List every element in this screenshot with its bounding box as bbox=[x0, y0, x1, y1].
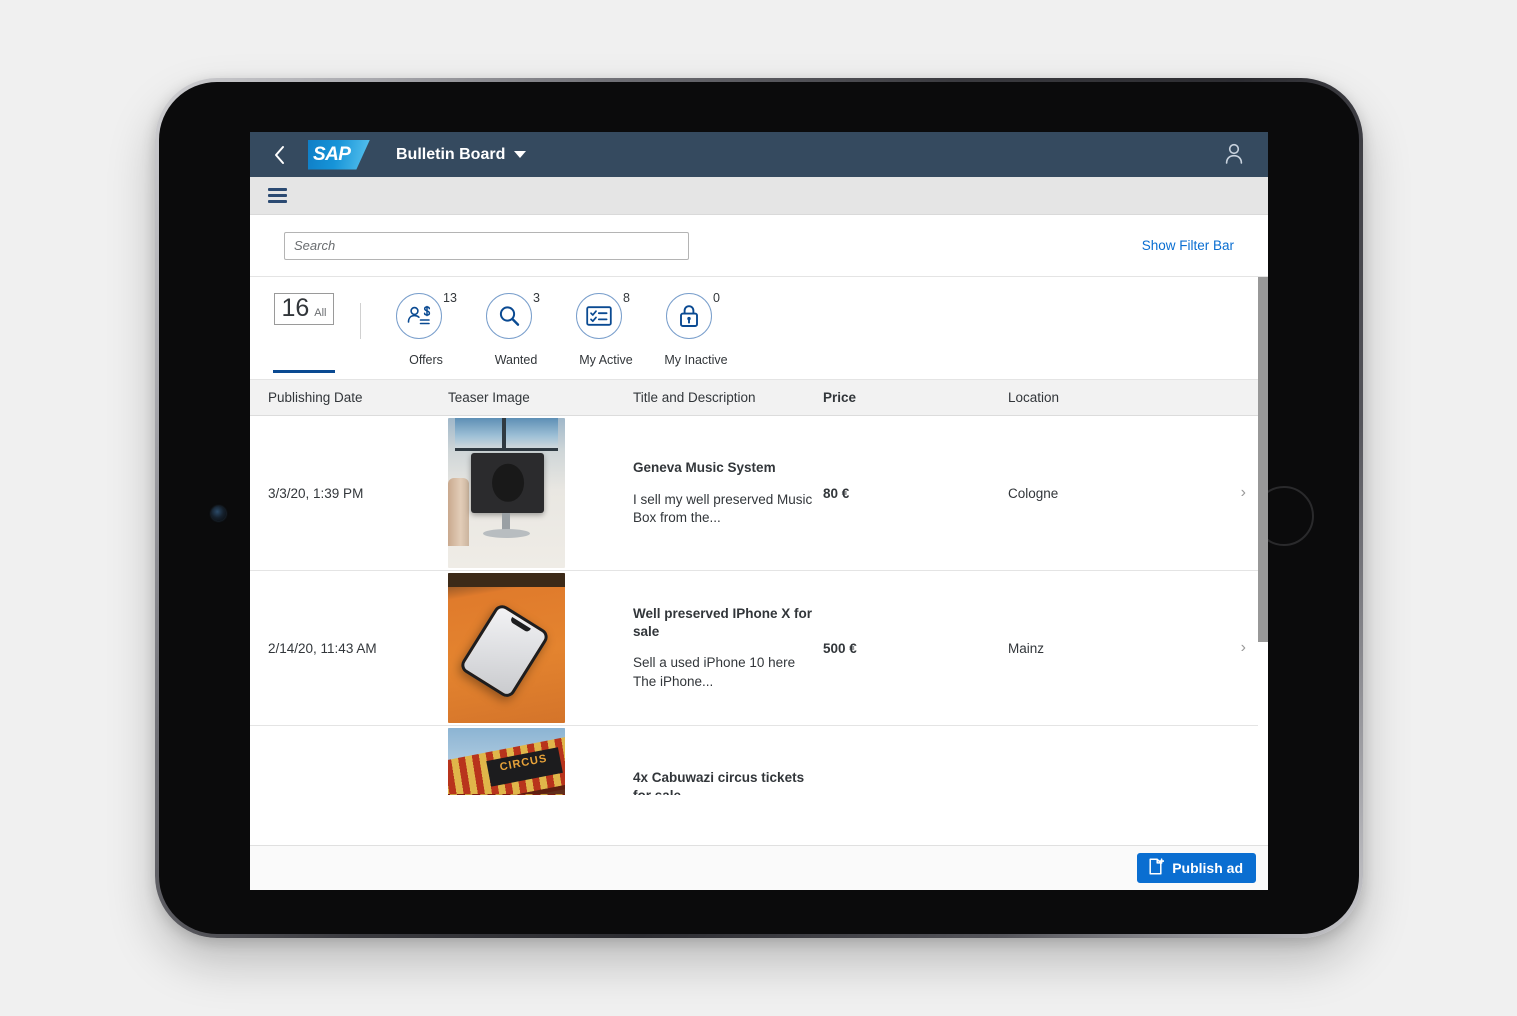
chevron-down-icon bbox=[514, 151, 527, 158]
cell-teaser-image: CIRCUS bbox=[448, 728, 633, 795]
kpi-divider bbox=[360, 303, 361, 339]
sub-header-bar bbox=[250, 177, 1268, 215]
table-row[interactable]: 2/27/19, 11:56 AM CIRCUS 4x Cabuwazi cir… bbox=[250, 726, 1268, 795]
table-row[interactable]: 2/14/20, 11:43 AM Well preserved IPhone … bbox=[250, 571, 1268, 726]
back-icon[interactable] bbox=[266, 142, 292, 168]
column-header-location[interactable]: Location bbox=[1008, 390, 1208, 405]
kpi-my-active-count: 8 bbox=[623, 291, 630, 305]
kpi-my-active-label: My Active bbox=[579, 353, 633, 367]
ad-title: Well preserved IPhone X for sale bbox=[633, 606, 813, 639]
person-icon[interactable] bbox=[1224, 142, 1244, 167]
person-dollar-icon bbox=[396, 293, 442, 339]
footer-toolbar: Publish ad bbox=[250, 845, 1268, 890]
app-title-dropdown[interactable]: Bulletin Board bbox=[396, 145, 527, 164]
search-input[interactable] bbox=[284, 231, 689, 260]
hamburger-icon[interactable] bbox=[268, 188, 287, 203]
cell-title-description: Well preserved IPhone X for sale Sell a … bbox=[633, 605, 823, 691]
magnifier-icon bbox=[486, 293, 532, 339]
publish-ad-button[interactable]: Publish ad bbox=[1137, 853, 1256, 883]
cell-teaser-image bbox=[448, 418, 633, 568]
tablet-bezel: SAP Bulletin Board Search Show Filter Ba… bbox=[159, 82, 1359, 934]
kpi-all-selected-underline bbox=[273, 370, 335, 373]
lock-icon bbox=[666, 293, 712, 339]
kpi-offers-count: 13 bbox=[443, 291, 457, 305]
kpi-tab-my-inactive[interactable]: 0 My Inactive bbox=[651, 291, 741, 367]
app-screen: SAP Bulletin Board Search Show Filter Ba… bbox=[250, 132, 1268, 890]
chevron-right-icon[interactable]: › bbox=[1241, 794, 1250, 795]
cell-publishing-date: 3/3/20, 1:39 PM bbox=[268, 485, 364, 501]
cell-price: 80 € bbox=[823, 485, 850, 501]
scrollbar-thumb[interactable] bbox=[1258, 277, 1268, 642]
cell-title-description: Geneva Music System I sell my well prese… bbox=[633, 459, 823, 527]
cell-publishing-date: 2/14/20, 11:43 AM bbox=[268, 640, 377, 656]
cell-location: Cologne bbox=[1008, 485, 1059, 501]
kpi-wanted-label: Wanted bbox=[494, 353, 538, 367]
iphone-x-photo bbox=[448, 573, 565, 723]
kpi-all-box: 16 All bbox=[274, 293, 334, 325]
chevron-right-icon[interactable]: › bbox=[1241, 639, 1250, 656]
page-title: Bulletin Board bbox=[396, 145, 506, 163]
kpi-tab-all[interactable]: 16 All bbox=[268, 293, 340, 373]
kpi-offers-label: Offers bbox=[409, 353, 443, 367]
publish-ad-label: Publish ad bbox=[1172, 860, 1243, 876]
front-camera bbox=[211, 506, 226, 521]
sap-logo-text: SAP bbox=[313, 143, 351, 165]
show-filter-bar-link[interactable]: Show Filter Bar bbox=[1142, 238, 1234, 253]
ad-title: Geneva Music System bbox=[633, 460, 776, 475]
circus-tickets-photo: CIRCUS bbox=[448, 728, 565, 795]
sap-logo[interactable]: SAP bbox=[308, 139, 370, 170]
cell-location: Mainz bbox=[1008, 640, 1045, 656]
checklist-icon bbox=[576, 293, 622, 339]
kpi-all-count: 16 bbox=[281, 294, 310, 322]
column-header-price[interactable]: Price bbox=[823, 390, 1008, 405]
ad-description: Sell a used iPhone 10 here The iPhone... bbox=[633, 655, 796, 689]
ad-description: I sell my well preserved Music Box from … bbox=[633, 491, 813, 525]
cell-teaser-image bbox=[448, 573, 633, 723]
kpi-tab-offers[interactable]: 13 Offers bbox=[381, 291, 471, 367]
kpi-tab-wanted[interactable]: 3 Wanted bbox=[471, 291, 561, 367]
ad-title: 4x Cabuwazi circus tickets for sale bbox=[633, 770, 805, 795]
kpi-filter-tabs: 16 All 13 Offers 3 Wanted 8 My Active 0 … bbox=[250, 277, 1268, 380]
shell-header: SAP Bulletin Board bbox=[250, 132, 1268, 177]
cell-price: 500 € bbox=[823, 640, 857, 656]
search-toolbar: Show Filter Bar bbox=[250, 215, 1268, 277]
ads-table: Publishing Date Teaser Image Title and D… bbox=[250, 380, 1268, 795]
column-header-title-description[interactable]: Title and Description bbox=[633, 390, 823, 405]
kpi-wanted-count: 3 bbox=[533, 291, 540, 305]
kpi-tab-my-active[interactable]: 8 My Active bbox=[561, 291, 651, 367]
cell-title-description: 4x Cabuwazi circus tickets for sale I'm … bbox=[633, 769, 823, 795]
geneva-music-system-photo bbox=[448, 418, 565, 568]
column-header-publishing-date[interactable]: Publishing Date bbox=[268, 390, 448, 405]
kpi-my-inactive-count: 0 bbox=[713, 291, 720, 305]
column-header-teaser-image[interactable]: Teaser Image bbox=[448, 390, 633, 405]
chevron-right-icon[interactable]: › bbox=[1241, 484, 1250, 501]
tablet-device: SAP Bulletin Board Search Show Filter Ba… bbox=[155, 78, 1363, 938]
table-row[interactable]: 3/3/20, 1:39 PM Geneva Music System I se… bbox=[250, 416, 1268, 571]
document-add-icon bbox=[1148, 858, 1165, 878]
kpi-my-inactive-label: My Inactive bbox=[664, 353, 728, 367]
kpi-all-label: All bbox=[314, 307, 327, 319]
table-header-row: Publishing Date Teaser Image Title and D… bbox=[250, 380, 1268, 416]
